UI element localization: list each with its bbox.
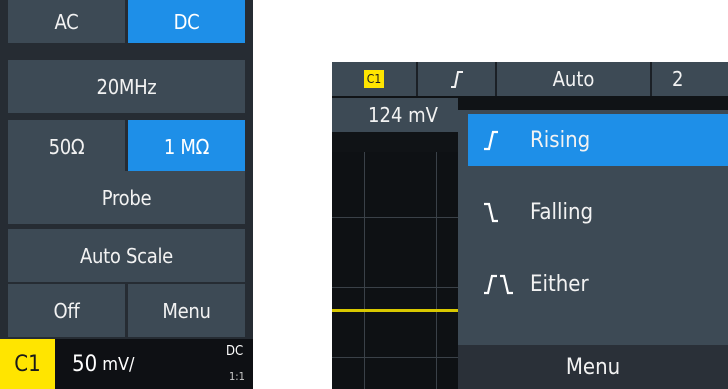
trigger-slope-cell[interactable] xyxy=(418,62,495,96)
trigger-mode-cell[interactable]: Auto xyxy=(497,62,650,96)
waveform-grid xyxy=(332,152,458,389)
channel-status-bar[interactable]: C1 50 mV/ DC 1:1 xyxy=(0,339,253,389)
slope-item-label: Falling xyxy=(530,199,594,225)
vertical-scale-readout[interactable]: 50 mV/ xyxy=(72,339,212,389)
impedance-50ohm-button[interactable]: 50Ω xyxy=(8,120,125,173)
bandwidth-limit-button[interactable]: 20MHz xyxy=(8,60,245,113)
scale-value: 50 xyxy=(72,351,98,377)
trigger-bar: C1 Auto 2 xyxy=(332,62,728,96)
trigger-slope-menu: Rising Falling Either Menu xyxy=(458,110,728,389)
trigger-panel: C1 Auto 2 124 mV Rising Falling Either M… xyxy=(332,62,728,389)
probe-button[interactable]: Probe xyxy=(8,171,245,224)
coupling-dc-button[interactable]: DC xyxy=(128,0,245,43)
trigger-level-readout[interactable]: 124 mV xyxy=(332,98,458,132)
slope-item-label: Rising xyxy=(530,127,591,153)
slope-menu-footer-button[interactable]: Menu xyxy=(458,345,728,389)
menu-button[interactable]: Menu xyxy=(128,284,245,337)
coupling-indicator: DC xyxy=(226,344,244,359)
vertical-settings-panel: AC DC 20MHz 50Ω 1 MΩ Probe Auto Scale Of… xyxy=(0,0,253,389)
impedance-1mohm-button[interactable]: 1 MΩ xyxy=(128,120,245,173)
grid-line xyxy=(364,152,365,389)
channel-off-button[interactable]: Off xyxy=(8,284,125,337)
grid-line xyxy=(436,152,437,389)
trigger-source-badge: C1 xyxy=(364,70,384,88)
auto-scale-button[interactable]: Auto Scale xyxy=(8,229,245,282)
trigger-source-cell[interactable]: C1 xyxy=(332,62,416,96)
either-edge-icon xyxy=(484,274,513,295)
probe-ratio-indicator: 1:1 xyxy=(229,370,245,383)
rising-edge-icon xyxy=(484,130,498,151)
channel-1-trace xyxy=(332,309,458,312)
slope-item-label: Either xyxy=(530,271,589,297)
trigger-holdoff-cell[interactable]: 2 xyxy=(652,62,728,96)
grid-line xyxy=(332,357,458,358)
slope-item-falling[interactable]: Falling xyxy=(468,186,728,238)
slope-item-rising[interactable]: Rising xyxy=(468,114,728,166)
rising-edge-icon xyxy=(450,71,463,88)
grid-line xyxy=(332,217,458,218)
coupling-ac-button[interactable]: AC xyxy=(8,0,125,43)
scale-unit: mV/ xyxy=(102,353,135,375)
slope-item-either[interactable]: Either xyxy=(468,258,728,310)
falling-edge-icon xyxy=(484,202,498,223)
channel-label[interactable]: C1 xyxy=(0,339,55,389)
grid-line xyxy=(332,287,458,288)
